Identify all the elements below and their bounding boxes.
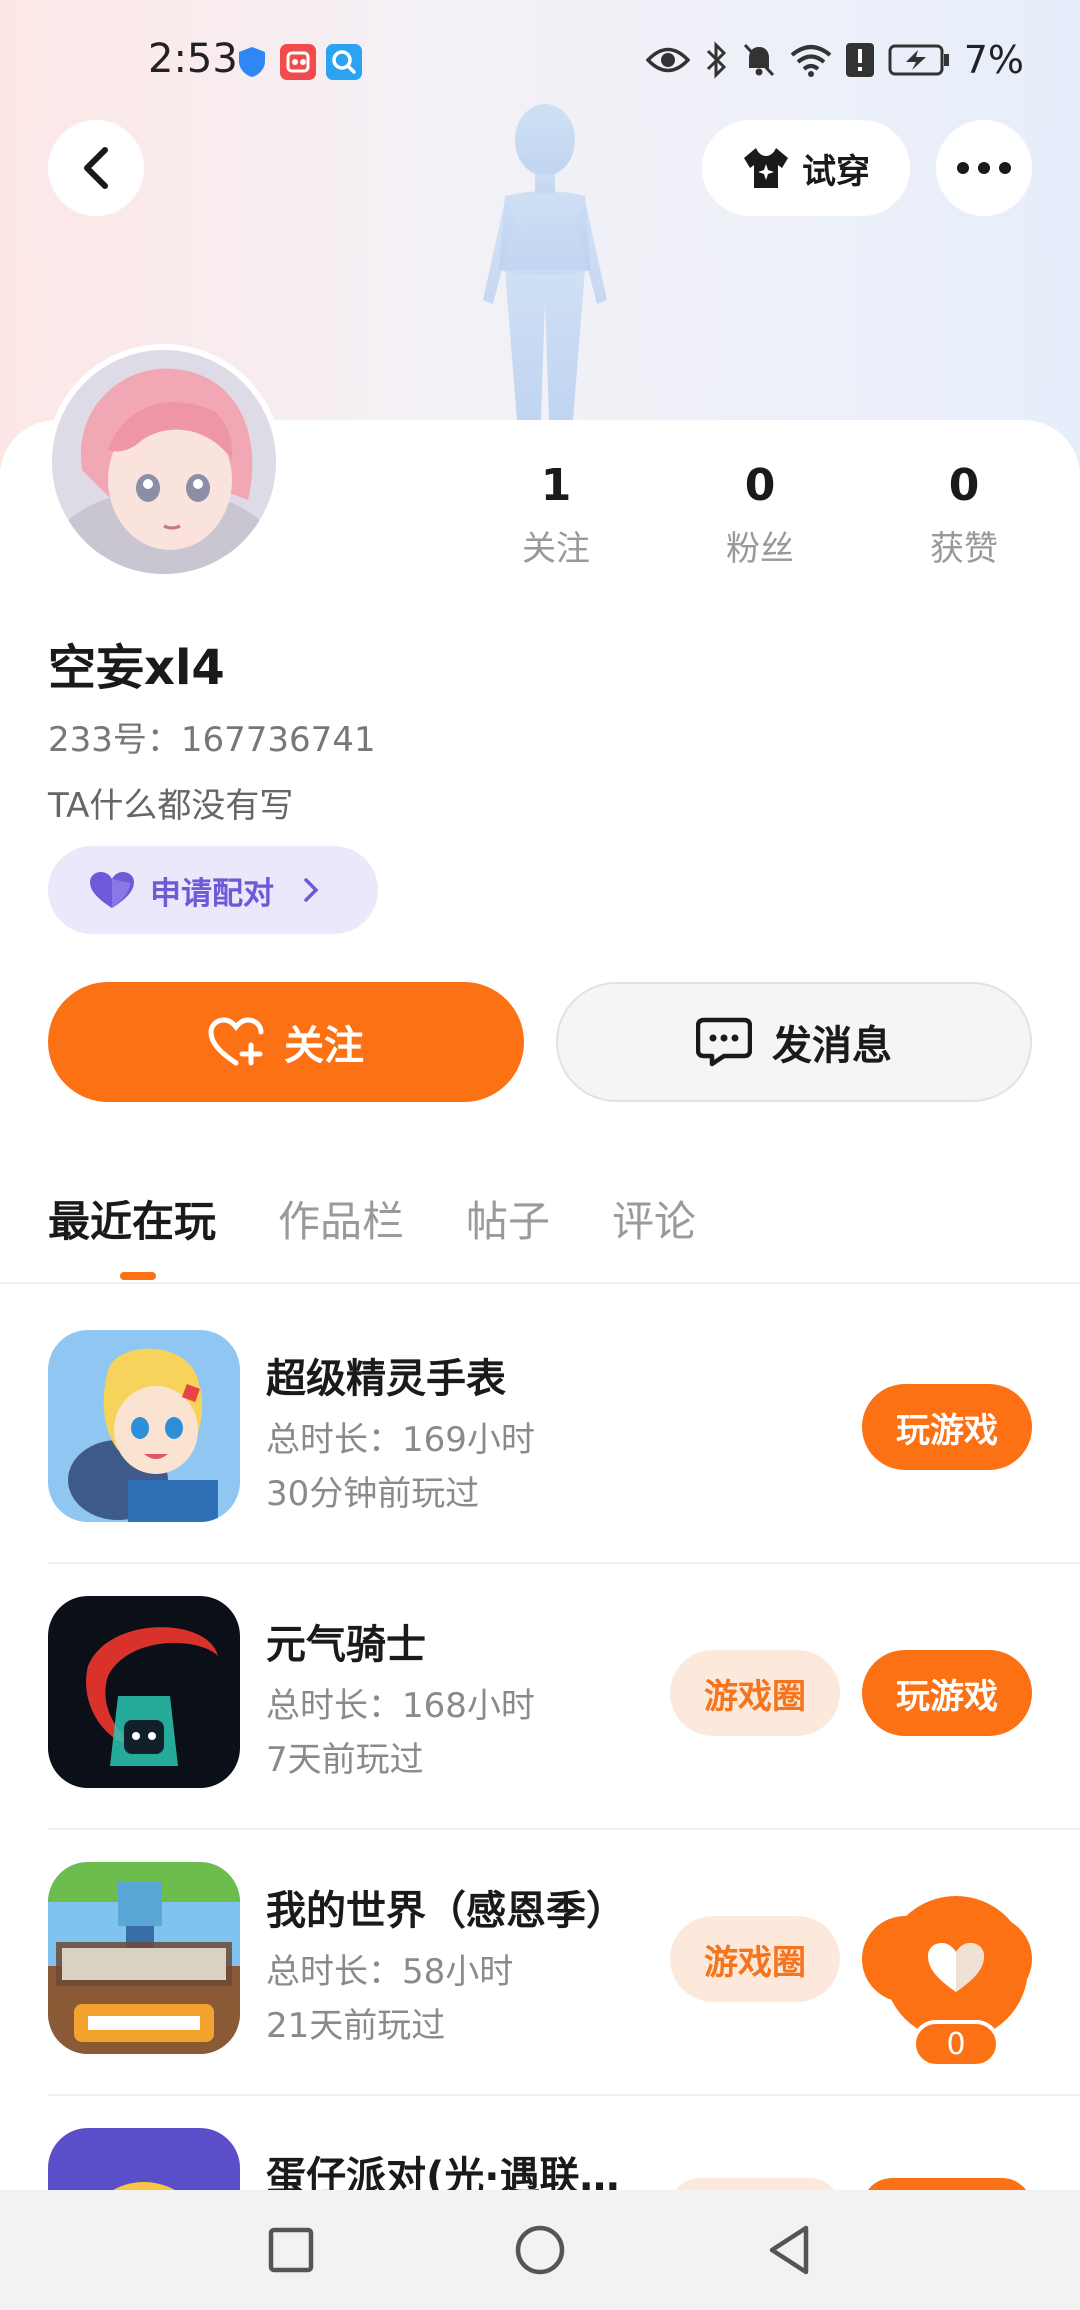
home-circle-icon[interactable] xyxy=(514,2224,566,2276)
wifi-icon xyxy=(790,45,831,77)
chat-icon xyxy=(696,1017,752,1067)
stat-following[interactable]: 1 关注 xyxy=(476,460,636,570)
try-on-label: 试穿 xyxy=(802,151,870,192)
system-nav-bar xyxy=(0,2190,1080,2310)
stat-following-label: 关注 xyxy=(522,529,590,569)
tabs-divider xyxy=(0,1282,1080,1284)
avatar[interactable] xyxy=(46,344,282,580)
play-game-button[interactable]: 玩游戏 xyxy=(862,1384,1032,1470)
alert-icon xyxy=(845,43,874,77)
game-duration: 总时长：169小时 xyxy=(266,1420,535,1460)
back-button[interactable] xyxy=(48,120,144,216)
row-divider xyxy=(48,1562,1080,1564)
stat-likes-label: 获赞 xyxy=(930,529,998,569)
row-divider xyxy=(48,2094,1080,2096)
follow-label: 关注 xyxy=(284,1023,364,1069)
game-circle-button[interactable]: 游戏圈 xyxy=(670,1650,840,1736)
stat-following-value: 1 xyxy=(540,460,572,511)
chevron-left-icon xyxy=(84,147,108,189)
game-duration: 总时长：58小时 xyxy=(266,1952,514,1992)
user-bio: TA什么都没有写 xyxy=(48,786,294,826)
game-name: 元气骑士 xyxy=(266,1622,426,1668)
username: 空妄xl4 xyxy=(48,640,225,696)
stat-fans[interactable]: 0 粉丝 xyxy=(680,460,840,570)
game-icon xyxy=(48,1862,240,2054)
back-triangle-icon[interactable] xyxy=(766,2224,812,2276)
game-icon xyxy=(48,1596,240,1788)
mute-icon xyxy=(743,43,774,77)
apply-pair-button[interactable]: 申请配对 xyxy=(48,846,378,934)
more-icon xyxy=(957,162,1011,174)
heart-icon xyxy=(928,1943,984,1992)
list-item[interactable]: 元气骑士 总时长：168小时 7天前玩过 游戏圈 玩游戏 xyxy=(0,1596,1080,1862)
status-time: 2:53 xyxy=(148,36,238,82)
send-message-button[interactable]: 发消息 xyxy=(556,982,1032,1102)
stat-fans-label: 粉丝 xyxy=(726,529,794,569)
try-on-button[interactable]: 试穿 xyxy=(702,120,910,216)
game-last-played: 21天前玩过 xyxy=(266,2006,446,2046)
tab-works[interactable]: 作品栏 xyxy=(278,1188,404,1280)
heart-icon xyxy=(90,872,134,908)
chevron-right-icon xyxy=(304,878,319,902)
profile-tabs: 最近在玩 作品栏 帖子 评论 xyxy=(48,1188,758,1280)
follow-button[interactable]: 关注 xyxy=(48,982,524,1102)
stat-fans-value: 0 xyxy=(744,460,776,511)
tshirt-icon xyxy=(744,148,788,188)
status-icons: 7% xyxy=(645,38,1024,82)
stat-likes-value: 0 xyxy=(948,460,980,511)
tab-posts[interactable]: 帖子 xyxy=(466,1188,550,1280)
eye-icon xyxy=(645,47,690,73)
avatar-image xyxy=(52,350,276,574)
stat-likes[interactable]: 0 获赞 xyxy=(884,460,1044,570)
list-item[interactable]: 超级精灵手表 总时长：169小时 30分钟前玩过 玩游戏 xyxy=(0,1330,1080,1596)
tab-recent[interactable]: 最近在玩 xyxy=(48,1188,216,1280)
battery-percent: 7% xyxy=(963,38,1024,82)
shield-icon xyxy=(239,47,265,77)
game-duration: 总时长：168小时 xyxy=(266,1686,535,1726)
game-name: 超级精灵手表 xyxy=(266,1356,506,1402)
play-game-button[interactable]: 玩游戏 xyxy=(862,1650,1032,1736)
heart-plus-icon xyxy=(208,1017,264,1066)
game-icon xyxy=(48,1330,240,1522)
status-bar: 2:53 7% xyxy=(0,0,1080,126)
floating-like-button[interactable] xyxy=(884,1896,1028,2040)
apply-pair-label: 申请配对 xyxy=(150,875,274,912)
avatar-figure-icon xyxy=(483,104,607,420)
user-id: 233号：167736741 xyxy=(48,720,376,760)
game-last-played: 30分钟前玩过 xyxy=(266,1474,480,1514)
send-message-label: 发消息 xyxy=(772,1023,892,1069)
game-circle-button[interactable]: 游戏圈 xyxy=(670,1916,840,2002)
bluetooth-icon xyxy=(706,41,726,79)
active-tab-indicator xyxy=(120,1272,156,1280)
search-app-icon xyxy=(326,44,362,80)
game-name: 我的世界（感恩季） xyxy=(266,1888,626,1934)
game-last-played: 7天前玩过 xyxy=(266,1740,424,1780)
like-count-badge: 0 xyxy=(912,2020,1000,2068)
app-icon xyxy=(280,44,316,80)
more-button[interactable] xyxy=(936,120,1032,216)
recents-square-icon[interactable] xyxy=(268,2227,314,2273)
tab-comments[interactable]: 评论 xyxy=(612,1188,696,1280)
battery-icon xyxy=(888,44,949,76)
row-divider xyxy=(48,1828,1080,1830)
